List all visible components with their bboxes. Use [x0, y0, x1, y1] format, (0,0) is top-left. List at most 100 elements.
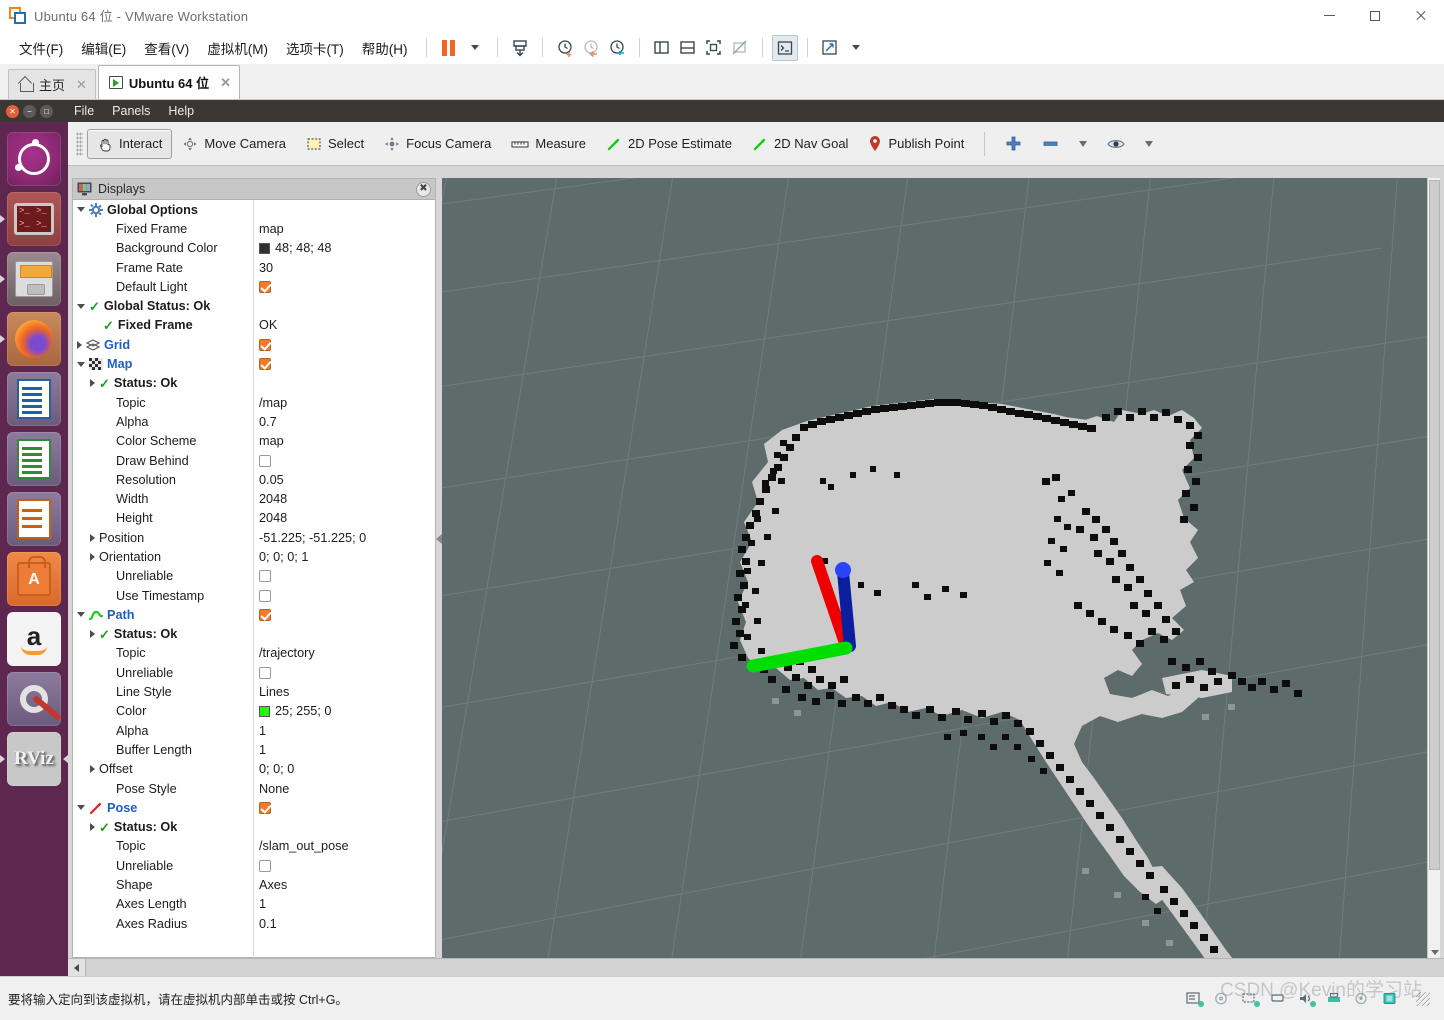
sound-card-icon[interactable]	[1298, 992, 1316, 1007]
tree-row[interactable]: Default Light	[73, 277, 435, 296]
checkbox-unchecked[interactable]	[259, 859, 271, 872]
stretch-caret-icon[interactable]	[843, 35, 869, 61]
tree-row[interactable]: Buffer Length 1	[73, 740, 435, 759]
tree-row-value[interactable]	[253, 666, 271, 679]
checkbox-checked[interactable]	[259, 801, 271, 814]
checkbox-unchecked[interactable]	[259, 454, 271, 467]
collapse-toggle-icon[interactable]	[77, 612, 85, 618]
tab-home-close-icon[interactable]: ✕	[76, 77, 87, 93]
tree-row[interactable]: Axes Length 1	[73, 895, 435, 914]
tree-row[interactable]: Pose	[73, 798, 435, 817]
ubuntu-dash-icon[interactable]	[7, 132, 61, 186]
expand-toggle-icon[interactable]	[90, 552, 95, 561]
tree-row[interactable]: Frame Rate 30	[73, 258, 435, 277]
expand-toggle-icon[interactable]	[90, 765, 95, 774]
collapse-toggle-icon[interactable]	[77, 303, 85, 309]
tree-row[interactable]: Background Color 48; 48; 48	[73, 239, 435, 258]
tree-row-value[interactable]: -51.225; -51.225; 0	[253, 531, 366, 545]
tree-row-value[interactable]: 0; 0; 0	[253, 762, 294, 776]
show-sidebar-icon[interactable]	[649, 35, 675, 61]
expand-toggle-icon[interactable]	[90, 823, 95, 832]
tree-row[interactable]: Pose Style None	[73, 779, 435, 798]
scroll-left-arrow-icon[interactable]	[68, 959, 86, 976]
tree-row-value[interactable]: OK	[253, 318, 277, 332]
tree-row[interactable]: Global Options	[73, 200, 435, 219]
collapse-toggle-icon[interactable]	[77, 361, 85, 367]
libreoffice-calc-icon[interactable]	[7, 432, 61, 486]
tree-row-value[interactable]: Lines	[253, 685, 289, 699]
collapse-toggle-icon[interactable]	[77, 805, 85, 811]
tree-row-value[interactable]: /slam_out_pose	[253, 839, 349, 853]
snapshot-manager-icon[interactable]	[604, 35, 630, 61]
tree-row[interactable]: ✓ Global Status: Ok	[73, 296, 435, 315]
remove-tool-caret[interactable]	[1069, 129, 1097, 159]
tree-row[interactable]: Width 2048	[73, 489, 435, 508]
firefox-icon[interactable]	[0, 312, 61, 366]
rviz-menu-help[interactable]: Help	[159, 104, 203, 118]
tree-row[interactable]: Shape Axes	[73, 875, 435, 894]
tree-row-value[interactable]: 0; 0; 0; 1	[253, 550, 308, 564]
viewport-scrollbar-vertical[interactable]	[1427, 178, 1440, 958]
tree-row[interactable]: Color Scheme map	[73, 432, 435, 451]
tree-row-value[interactable]	[253, 338, 271, 351]
tree-row[interactable]: Color 25; 255; 0	[73, 702, 435, 721]
tree-row[interactable]: Map	[73, 354, 435, 373]
tool-select[interactable]: Select	[296, 129, 374, 159]
tree-row-value[interactable]: /trajectory	[253, 646, 315, 660]
stretch-icon[interactable]	[817, 35, 843, 61]
libreoffice-impress-icon[interactable]	[7, 492, 61, 546]
visibility-button[interactable]	[1097, 129, 1135, 159]
checkbox-checked[interactable]	[259, 280, 271, 293]
tree-row[interactable]: Path	[73, 605, 435, 624]
tree-row-value[interactable]	[253, 454, 271, 467]
tree-row[interactable]: Topic/map	[73, 393, 435, 412]
tool-publish-point[interactable]: Publish Point	[858, 129, 974, 159]
tree-row-value[interactable]	[253, 859, 271, 872]
menu-edit[interactable]: 编辑(E)	[72, 35, 135, 61]
menu-vm[interactable]: 虚拟机(M)	[198, 35, 277, 61]
display-settings-icon[interactable]	[1354, 992, 1370, 1005]
printer-icon[interactable]	[1326, 992, 1342, 1005]
tree-row[interactable]: Alpha 1	[73, 721, 435, 740]
toolbar-grip[interactable]	[76, 131, 83, 156]
tree-row-value[interactable]	[253, 589, 271, 602]
tree-row-value[interactable]: 0.1	[253, 917, 277, 931]
tree-row-value[interactable]: 25; 255; 0	[253, 704, 331, 718]
system-settings-icon[interactable]	[7, 672, 62, 726]
tree-row-value[interactable]: 1	[253, 724, 266, 738]
tree-row-value[interactable]	[253, 570, 271, 583]
close-button[interactable]	[1398, 0, 1444, 31]
ubuntu-close-button[interactable]: ✕	[6, 104, 19, 118]
expand-toggle-icon[interactable]	[90, 630, 95, 639]
tree-row[interactable]: Orientation 0; 0; 0; 1	[73, 547, 435, 566]
expand-toggle-icon[interactable]	[90, 533, 95, 542]
checkbox-checked[interactable]	[259, 608, 271, 621]
tree-row-value[interactable]: map	[253, 222, 284, 236]
rviz-horizontal-scrollbar[interactable]	[68, 958, 1444, 976]
tree-row[interactable]: Unreliable	[73, 663, 435, 682]
files-icon[interactable]	[0, 252, 61, 306]
tree-row[interactable]: Offset 0; 0; 0	[73, 760, 435, 779]
tree-row[interactable]: Topic/slam_out_pose	[73, 837, 435, 856]
usb-icon[interactable]	[1270, 992, 1286, 1005]
power-dropdown-caret-icon[interactable]	[462, 35, 488, 61]
tree-row[interactable]: Height 2048	[73, 509, 435, 528]
close-icon[interactable]: ✖	[416, 181, 431, 197]
tree-row[interactable]: Unreliable	[73, 856, 435, 875]
tree-row[interactable]: Use Timestamp	[73, 586, 435, 605]
hard-disk-icon[interactable]	[1186, 992, 1204, 1007]
checkbox-checked[interactable]	[259, 358, 271, 371]
maximize-button[interactable]	[1352, 0, 1398, 31]
tool-focus-camera[interactable]: Focus Camera	[374, 129, 501, 159]
tree-row-value[interactable]: None	[253, 782, 289, 796]
tree-row[interactable]: Grid	[73, 335, 435, 354]
console-view-icon[interactable]	[771, 34, 798, 61]
tool-measure[interactable]: Measure	[501, 129, 596, 159]
tree-row[interactable]: Axes Radius 0.1	[73, 914, 435, 933]
collapse-toggle-icon[interactable]	[77, 207, 85, 213]
scrollbar-thumb[interactable]	[1429, 180, 1440, 870]
ubuntu-minimize-button[interactable]: −	[23, 104, 36, 118]
remove-tool-button[interactable]	[1032, 129, 1069, 159]
tree-row[interactable]: ✓ Status: Ok	[73, 374, 435, 393]
minimize-button[interactable]	[1306, 0, 1352, 31]
